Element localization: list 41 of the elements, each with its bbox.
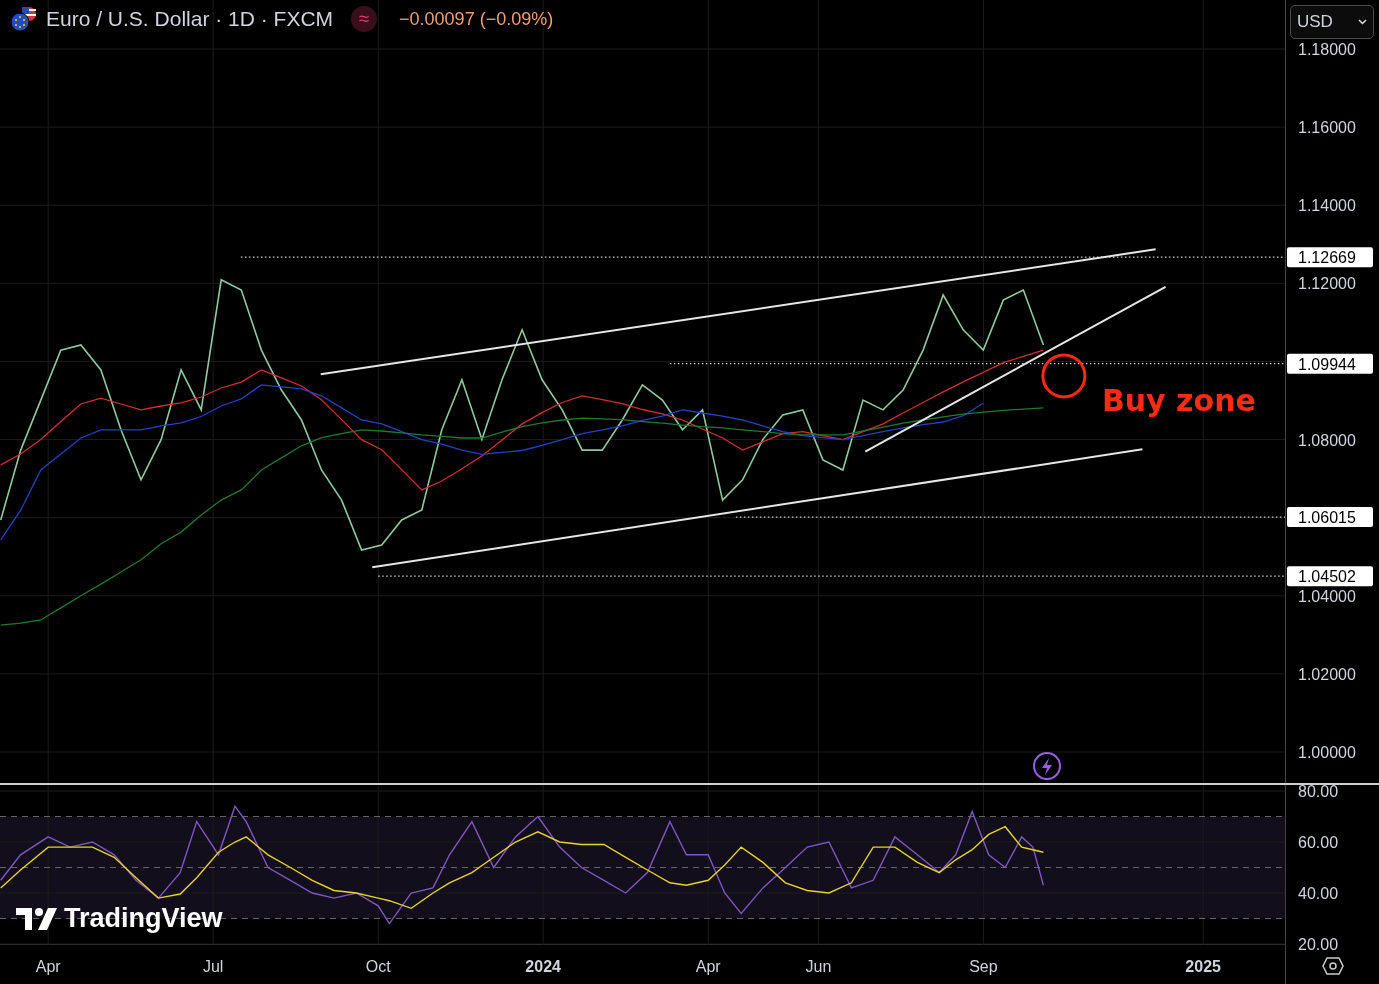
settings-icon[interactable]: [1322, 957, 1344, 975]
marker-circle: [1041, 353, 1087, 399]
flag-icon: [10, 6, 38, 32]
annotation-label: Buy zone: [1101, 382, 1256, 418]
price-change: −0.00097 (−0.09%): [399, 8, 554, 30]
axis-tick-label: 1.14000: [1298, 197, 1356, 215]
logo-text: TradingView: [64, 903, 223, 934]
ref-line-label: 1.12669: [1298, 249, 1356, 267]
axis-tick-label: Oct: [365, 958, 391, 975]
axis-tick-label: 1.02000: [1298, 665, 1356, 683]
axis-tick-label: Apr: [35, 958, 61, 975]
currency-dropdown[interactable]: USD: [1290, 5, 1374, 39]
ref-line-label: 1.04502: [1298, 568, 1356, 586]
axis-tick-label: 40.00: [1298, 885, 1339, 902]
axis-tick-label: 1.12000: [1298, 275, 1356, 293]
axis-tick-label: 1.08000: [1298, 431, 1356, 449]
price-level-label: 1.12669: [1287, 247, 1373, 268]
axis-tick-label: Apr: [695, 958, 721, 975]
trendlines-drawing[interactable]: [319, 248, 1167, 569]
axis-tick-label: Jun: [805, 958, 832, 975]
axis-tick-label: 1.16000: [1298, 119, 1356, 137]
ref-line-label: 1.06015: [1298, 509, 1356, 527]
axis-tick-label: 80.00: [1298, 783, 1339, 800]
price-level-label: 1.04502: [1287, 566, 1373, 587]
ref-line-label: 1.09944: [1298, 355, 1356, 373]
axis-tick-label: 2024: [525, 958, 561, 975]
axis-tick-label: 1.04000: [1298, 587, 1356, 605]
axis-tick-label: 20.00: [1298, 936, 1339, 953]
axis-tick-label: 1.18000: [1298, 41, 1356, 58]
symbol-title[interactable]: Euro / U.S. Dollar · 1D · FXCM: [46, 7, 334, 31]
lightning-icon[interactable]: [1032, 751, 1062, 781]
status-symbol[interactable]: ≈: [351, 6, 378, 32]
axis-tick-label: Jul: [202, 958, 224, 975]
caret-icon: [1358, 19, 1367, 25]
axis-tick-label: 1.00000: [1298, 744, 1356, 761]
axis-tick-label: Sep: [969, 958, 998, 975]
axis-tick-label: 60.00: [1298, 834, 1339, 851]
axis-tick-label: 2025: [1185, 958, 1221, 975]
logo-icon: [16, 907, 60, 930]
price-level-label: 1.06015: [1287, 507, 1373, 528]
price-level-label: 1.09944: [1287, 353, 1373, 374]
